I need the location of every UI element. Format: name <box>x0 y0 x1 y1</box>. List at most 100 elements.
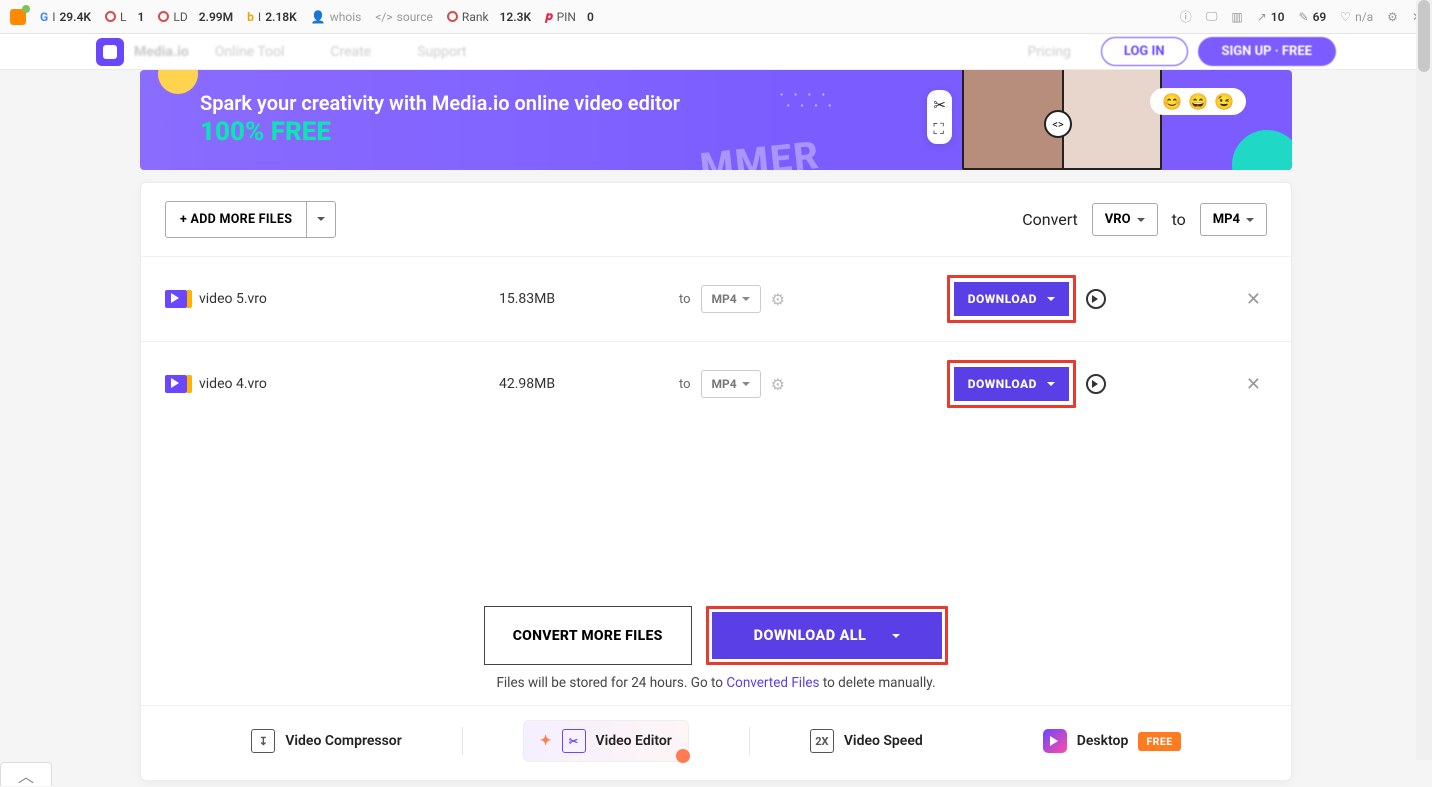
add-files-dropdown[interactable] <box>307 201 336 238</box>
extension-toolbar: G I29.4K L 1 LD 2.99M b I2.18K 👤 whois <… <box>0 0 1432 34</box>
to-label: to <box>1172 210 1186 229</box>
converted-files-link[interactable]: Converted Files <box>726 675 819 691</box>
gear-icon[interactable]: ⚙ <box>771 375 785 394</box>
play-icon[interactable] <box>1086 289 1106 309</box>
download-all-button[interactable]: DOWNLOAD ALL <box>712 612 943 659</box>
health-metric[interactable]: ♡ n/a <box>1340 10 1373 24</box>
chevron-down-icon <box>742 297 750 305</box>
converter-card: + ADD MORE FILES Convert VRO to MP4 vide… <box>140 182 1292 781</box>
bing-metric[interactable]: b I2.18K <box>247 10 297 24</box>
vertical-scrollbar[interactable] <box>1416 0 1432 760</box>
promo-video-compressor[interactable]: ↧ Video Compressor <box>251 729 401 753</box>
compress-icon: ↧ <box>251 729 275 753</box>
chevron-down-icon <box>1137 218 1145 226</box>
promo-video-editor[interactable]: ✦ ✂ Video Editor <box>523 720 689 762</box>
promo-banner[interactable]: Spark your creativity with Media.io onli… <box>140 70 1292 170</box>
highlight-box: DOWNLOAD <box>947 360 1076 408</box>
signup-button[interactable]: SIGN UP · FREE <box>1198 37 1337 66</box>
chevron-down-icon <box>1246 218 1254 226</box>
desktop-app-icon <box>1043 729 1067 753</box>
chevron-down-icon <box>1047 382 1055 390</box>
file-size: 15.83MB <box>499 291 679 307</box>
google-metric[interactable]: G I29.4K <box>40 10 91 24</box>
nav-create[interactable]: Create <box>330 44 371 60</box>
tool-panel-icon: ✂⛶ <box>927 90 952 144</box>
remove-file-button[interactable]: ✕ <box>1106 289 1261 310</box>
file-row: video 5.vro 15.83MB to MP4 ⚙ DOWNLOAD ✕ <box>141 256 1291 341</box>
monitor-icon[interactable]: 🖵 <box>1206 9 1218 24</box>
nav-online-tool[interactable]: Online Tool <box>215 44 285 60</box>
sq-logo-icon <box>10 9 26 25</box>
circle-icon <box>447 11 458 22</box>
edit-metric[interactable]: ✎ 69 <box>1299 10 1327 24</box>
divider <box>462 727 463 755</box>
promo-desktop[interactable]: Desktop FREE <box>1043 729 1181 753</box>
add-files-button[interactable]: + ADD MORE FILES <box>165 201 307 238</box>
nav-pricing[interactable]: Pricing <box>1028 44 1071 60</box>
download-button[interactable]: DOWNLOAD <box>954 282 1069 316</box>
storage-note: Files will be stored for 24 hours. Go to… <box>141 675 1291 691</box>
convert-more-files-button[interactable]: CONVERT MORE FILES <box>484 606 692 665</box>
chevron-down-icon <box>1047 297 1055 305</box>
bottom-actions: CONVERT MORE FILES DOWNLOAD ALL <box>141 606 1291 665</box>
circle-icon <box>158 11 169 22</box>
to-label: to <box>679 377 691 392</box>
file-size: 42.98MB <box>499 376 679 392</box>
source-format-select[interactable]: VRO <box>1092 203 1158 236</box>
login-button[interactable]: LOG IN <box>1101 37 1188 66</box>
links-metric[interactable]: L 1 <box>105 10 144 24</box>
file-row: video 4.vro 42.98MB to MP4 ⚙ DOWNLOAD ✕ <box>141 341 1291 426</box>
ld-metric[interactable]: LD 2.99M <box>158 10 233 24</box>
speed-icon: 2X <box>810 729 834 753</box>
banner-deco-text: MMER <box>698 134 822 170</box>
slider-handle-icon: <> <box>1044 110 1072 138</box>
scissors-icon: ✂ <box>933 96 946 114</box>
bing-icon: b <box>247 10 254 24</box>
source-link[interactable]: </> source <box>375 10 433 24</box>
footer-expand-tab[interactable]: ︿ <box>0 762 52 786</box>
site-navbar: Media.io Online Tool Create Support Pric… <box>0 34 1432 70</box>
pin-metric[interactable]: 𝒑 PIN 0 <box>545 9 594 24</box>
gear-icon[interactable]: ⚙ <box>1387 10 1398 24</box>
nav-support[interactable]: Support <box>417 44 466 60</box>
crop-icon: ⛶ <box>933 120 946 138</box>
sparkle-icon: ✦ <box>540 733 552 749</box>
banner-text: Spark your creativity with Media.io onli… <box>200 90 680 150</box>
gear-icon[interactable]: ⚙ <box>771 290 785 309</box>
emoji-bubble: 😊😄😉 <box>1150 88 1246 115</box>
download-button[interactable]: DOWNLOAD <box>954 367 1069 401</box>
divider <box>749 727 750 755</box>
pinterest-icon: 𝒑 <box>545 9 552 24</box>
free-badge: FREE <box>1138 732 1180 751</box>
highlight-box: DOWNLOAD <box>947 275 1076 323</box>
brand-name[interactable]: Media.io <box>134 44 189 60</box>
info-icon[interactable]: ⓘ <box>1180 8 1192 25</box>
video-file-icon <box>165 375 187 393</box>
dots-deco: • • • • • • • • <box>780 90 835 112</box>
row-format-select[interactable]: MP4 <box>701 285 761 313</box>
editor-icon: ✂ <box>562 729 586 753</box>
chevron-down-icon <box>892 634 900 642</box>
file-name: video 4.vro <box>199 376 499 392</box>
chart-icon[interactable]: ▥ <box>1231 10 1242 24</box>
external-metric[interactable]: ↗ 10 <box>1257 10 1285 24</box>
file-name: video 5.vro <box>199 291 499 307</box>
row-format-select[interactable]: MP4 <box>701 370 761 398</box>
circle-deco <box>1232 130 1292 170</box>
whois-link[interactable]: 👤 whois <box>311 10 362 24</box>
sun-icon <box>158 70 198 94</box>
promo-row: ↧ Video Compressor ✦ ✂ Video Editor 2X V… <box>141 705 1291 780</box>
chevron-down-icon <box>742 382 750 390</box>
scrollbar-thumb[interactable] <box>1418 0 1430 72</box>
rank-metric[interactable]: Rank 12.3K <box>447 10 531 24</box>
promo-video-speed[interactable]: 2X Video Speed <box>810 729 923 753</box>
play-icon[interactable] <box>1086 374 1106 394</box>
to-label: to <box>679 292 691 307</box>
video-file-icon <box>165 290 187 308</box>
google-icon: G <box>40 10 48 24</box>
brand-logo-icon[interactable] <box>96 38 124 66</box>
remove-file-button[interactable]: ✕ <box>1106 374 1261 395</box>
target-format-select[interactable]: MP4 <box>1200 203 1267 236</box>
convert-label: Convert <box>1022 210 1078 229</box>
card-toolbar: + ADD MORE FILES Convert VRO to MP4 <box>141 183 1291 256</box>
